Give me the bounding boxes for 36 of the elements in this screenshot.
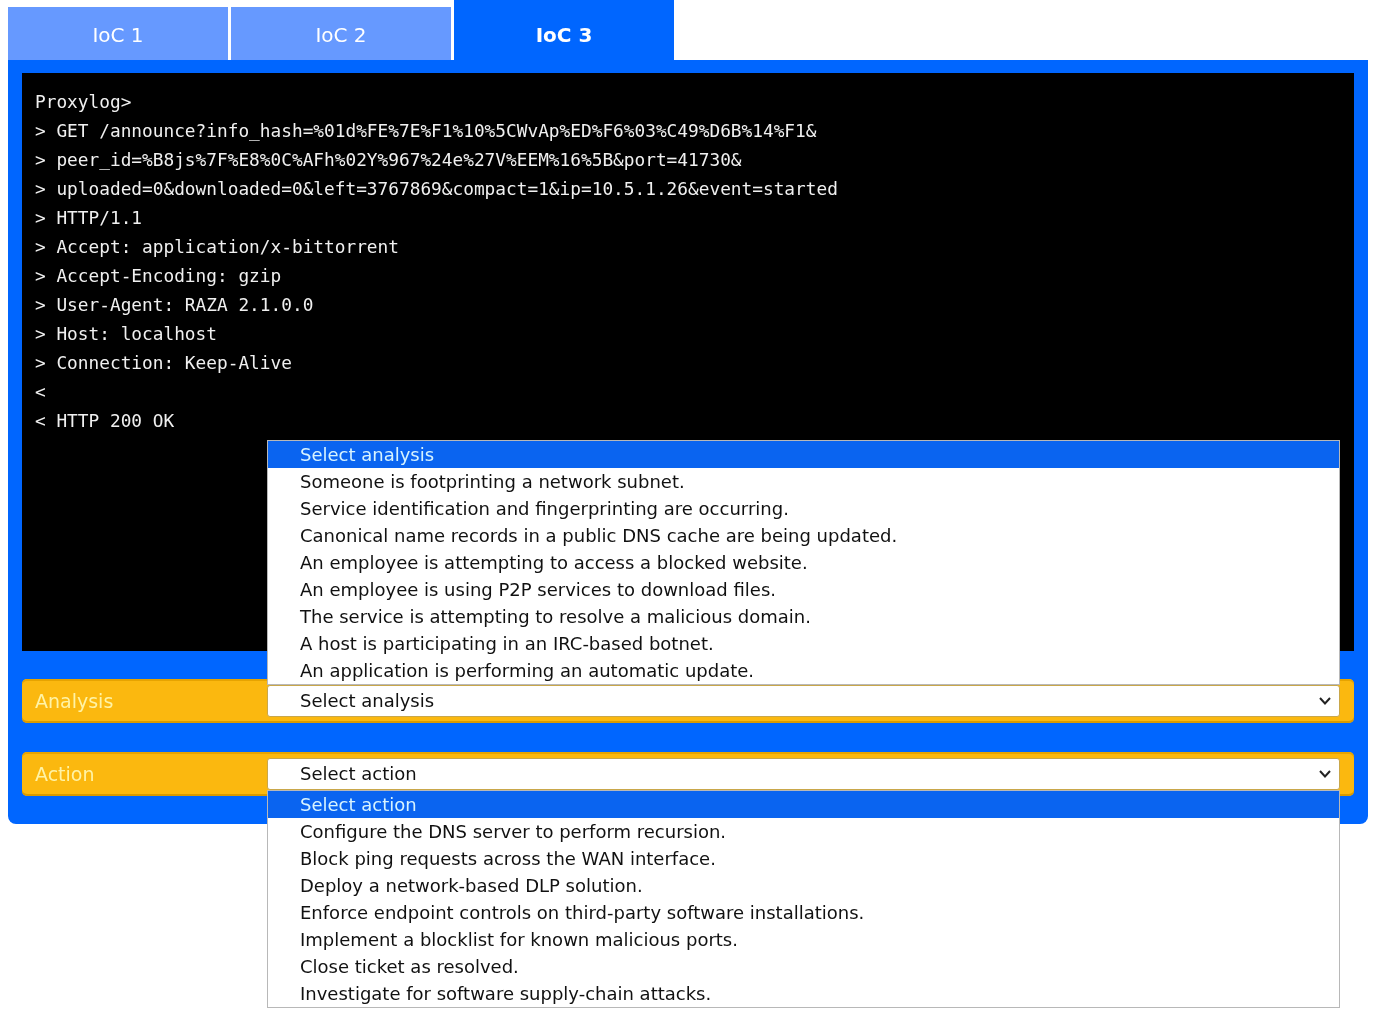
terminal-line: < HTTP 200 OK (35, 409, 175, 433)
dropdown-select[interactable]: Select analysis (267, 685, 1340, 717)
terminal-line: > Accept-Encoding: gzip (35, 264, 282, 288)
chevron-down-icon (1319, 697, 1331, 705)
dropdown-option[interactable]: Enforce endpoint controls on third-party software installations. (268, 899, 1339, 926)
dropdown-option[interactable]: The service is attempting to resolve a malicious domain. (268, 603, 1339, 630)
dropdown-option[interactable]: Implement a blocklist for known malicious ports. (268, 926, 1339, 953)
dropdown-option[interactable]: An application is performing an automatic update. (268, 657, 1339, 684)
dropdown-option[interactable]: Service identification and fingerprinting are occurring. (268, 495, 1339, 522)
dropdown-option[interactable]: Select action (268, 791, 1339, 818)
dropdown-option[interactable]: Investigate for software supply-chain attacks. (268, 980, 1339, 1007)
chevron-down-icon (1319, 770, 1331, 778)
dropdown-option[interactable]: Canonical name records in a public DNS cache are being updated. (268, 522, 1339, 549)
dropdown-select[interactable]: Select action (267, 758, 1340, 790)
field-label: Analysis (35, 689, 115, 713)
dropdown-option[interactable]: Deploy a network-based DLP solution. (268, 872, 1339, 899)
terminal-line: < (35, 380, 46, 404)
terminal-line: > Connection: Keep-Alive (35, 351, 292, 375)
terminal-line: > Host: localhost (35, 322, 217, 346)
dropdown-option[interactable]: Someone is footprinting a network subnet. (268, 468, 1339, 495)
tab[interactable]: IoC 3 (454, 0, 674, 60)
terminal-line: > HTTP/1.1 (35, 206, 143, 230)
terminal-line: > peer_id=%B8js%7F%E8%0C%AFh%02Y%967%24e%27V%EEM%16%5B&port=41730& (35, 148, 742, 172)
terminal-line: > User-Agent: RAZA 2.1.0.0 (35, 293, 314, 317)
dropdown-option[interactable]: Configure the DNS server to perform recursion. (268, 818, 1339, 845)
terminal-line: > GET /announce?info_hash=%01d%FE%7E%F1%10%5CWvAp%ED%F6%03%C49%D6B%14%F1& (35, 119, 817, 143)
dropdown-option[interactable]: Block ping requests across the WAN interface. (268, 845, 1339, 872)
terminal-line: > Accept: application/x-bittorrent (35, 235, 399, 259)
dropdown-option[interactable]: An employee is using P2P services to download files. (268, 576, 1339, 603)
dropdown-option[interactable]: An employee is attempting to access a blocked website. (268, 549, 1339, 576)
dropdown-option[interactable]: Close ticket as resolved. (268, 953, 1339, 980)
terminal-line: Proxylog> (35, 90, 132, 114)
field-label: Action (35, 762, 96, 786)
terminal-line: > uploaded=0&downloaded=0&left=3767869&compact=1&ip=10.5.1.26&event=started (35, 177, 838, 201)
dropdown-option[interactable]: Select analysis (268, 441, 1339, 468)
dropdown-option[interactable]: A host is participating in an IRC-based botnet. (268, 630, 1339, 657)
